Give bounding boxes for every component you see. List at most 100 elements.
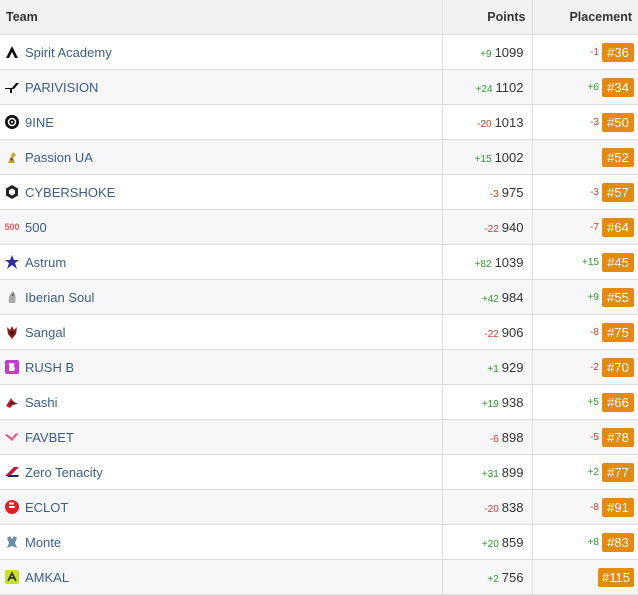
- team-link[interactable]: Astrum: [25, 255, 66, 270]
- points-cell: +42 984: [442, 279, 533, 315]
- team-link[interactable]: AMKAL: [25, 570, 69, 585]
- placement-badge: #45: [602, 252, 634, 272]
- team-cell: Spirit Academy: [0, 34, 443, 70]
- passion-icon: [4, 149, 20, 165]
- team-link[interactable]: Zero Tenacity: [25, 465, 103, 480]
- table-row[interactable]: Sangal -22 906 -8 #75: [0, 314, 638, 350]
- points-cell: -22 906: [442, 314, 533, 350]
- table-row[interactable]: Astrum +82 1039 +15 #45: [0, 244, 638, 280]
- iberian-soul-icon: [4, 289, 20, 305]
- placement-cell: +9 #55: [532, 279, 638, 315]
- table-row[interactable]: Monte +20 859 +8 #83: [0, 524, 638, 560]
- placement-cell: +2 #77: [532, 454, 638, 490]
- table-row[interactable]: PARIVISION +24 1102 +6 #34: [0, 69, 638, 105]
- points-cell: +24 1102: [442, 69, 533, 105]
- placement-badge: #66: [602, 392, 634, 412]
- team-link[interactable]: 9INE: [25, 115, 54, 130]
- points-value: 906: [501, 324, 524, 340]
- placement-cell: #52: [532, 139, 638, 175]
- points-cell: +20 859: [442, 524, 533, 560]
- team-cell: Monte: [0, 524, 443, 560]
- points-cell: -20 1013: [442, 104, 533, 140]
- table-row[interactable]: Passion UA +15 1002 #52: [0, 139, 638, 175]
- points-delta: +9: [480, 48, 492, 60]
- placement-delta: -1: [590, 47, 599, 59]
- points-value: 756: [501, 569, 524, 585]
- points-delta: -22: [484, 223, 499, 235]
- placement-cell: +6 #34: [532, 69, 638, 105]
- points-value: 1002: [494, 149, 524, 165]
- team-cell: Passion UA: [0, 139, 443, 175]
- points-delta: -3: [489, 188, 499, 200]
- team-link[interactable]: CYBERSHOKE: [25, 185, 115, 200]
- team-link[interactable]: Spirit Academy: [25, 45, 112, 60]
- points-delta: -22: [484, 328, 499, 340]
- parivision-icon: [4, 79, 20, 95]
- table-row[interactable]: CYBERSHOKE -3 975 -3 #57: [0, 174, 638, 210]
- team-link[interactable]: FAVBET: [25, 430, 74, 445]
- table-header-row: Team Points Placement: [0, 0, 638, 35]
- team-link[interactable]: 500: [25, 220, 47, 235]
- points-delta: +82: [474, 258, 492, 270]
- team-link[interactable]: Monte: [25, 535, 61, 550]
- team-column-header[interactable]: Team: [0, 0, 443, 35]
- points-value: 1099: [494, 44, 524, 60]
- points-value: 929: [501, 359, 524, 375]
- placement-cell: #115: [532, 559, 638, 595]
- table-row[interactable]: 500 500 -22 940 -7 #64: [0, 209, 638, 245]
- placement-cell: -2 #70: [532, 349, 638, 385]
- placement-cell: -8 #75: [532, 314, 638, 350]
- placement-cell: -3 #57: [532, 174, 638, 210]
- team-cell: Zero Tenacity: [0, 454, 443, 490]
- table-row[interactable]: Spirit Academy +9 1099 -1 #36: [0, 34, 638, 70]
- favbet-icon: [4, 429, 20, 445]
- points-delta: +31: [481, 468, 499, 480]
- team-link[interactable]: Sangal: [25, 325, 65, 340]
- table-row[interactable]: FAVBET -6 898 -5 #78: [0, 419, 638, 455]
- placement-cell: -3 #50: [532, 104, 638, 140]
- points-cell: +82 1039: [442, 244, 533, 280]
- points-value: 1102: [495, 79, 524, 95]
- team-link[interactable]: PARIVISION: [25, 80, 98, 95]
- placement-delta: -2: [590, 362, 599, 374]
- team-link[interactable]: RUSH B: [25, 360, 74, 375]
- points-value: 940: [501, 219, 524, 235]
- team-cell: PARIVISION: [0, 69, 443, 105]
- placement-delta: -3: [590, 187, 599, 199]
- table-row[interactable]: Zero Tenacity +31 899 +2 #77: [0, 454, 638, 490]
- points-column-header[interactable]: Points: [442, 0, 533, 35]
- points-cell: -3 975: [442, 174, 533, 210]
- points-cell: -6 898: [442, 419, 533, 455]
- team-link[interactable]: ECLOT: [25, 500, 68, 515]
- points-delta: +2: [487, 573, 499, 585]
- team-cell: Iberian Soul: [0, 279, 443, 315]
- points-cell: +15 1002: [442, 139, 533, 175]
- table-row[interactable]: RUSH B +1 929 -2 #70: [0, 349, 638, 385]
- points-cell: -22 940: [442, 209, 533, 245]
- team-cell: ECLOT: [0, 489, 443, 525]
- placement-badge: #78: [602, 427, 634, 447]
- placement-cell: -7 #64: [532, 209, 638, 245]
- placement-column-header[interactable]: Placement: [532, 0, 638, 35]
- 500-icon: 500: [4, 222, 20, 232]
- table-row[interactable]: Iberian Soul +42 984 +9 #55: [0, 279, 638, 315]
- points-value: 984: [501, 289, 524, 305]
- placement-delta: +9: [587, 292, 599, 304]
- placement-delta: -8: [590, 502, 599, 514]
- team-cell: CYBERSHOKE: [0, 174, 443, 210]
- sashi-icon: [4, 394, 20, 410]
- team-cell: Sangal: [0, 314, 443, 350]
- team-link[interactable]: Sashi: [25, 395, 58, 410]
- team-cell: 500 500: [0, 209, 443, 245]
- table-row[interactable]: AMKAL +2 756 #115: [0, 559, 638, 595]
- placement-badge: #83: [602, 532, 634, 552]
- placement-delta: +2: [587, 467, 599, 479]
- placement-badge: #70: [602, 357, 634, 377]
- team-link[interactable]: Passion UA: [25, 150, 93, 165]
- team-link[interactable]: Iberian Soul: [25, 290, 94, 305]
- table-row[interactable]: 9INE -20 1013 -3 #50: [0, 104, 638, 140]
- table-row[interactable]: Sashi +19 938 +5 #66: [0, 384, 638, 420]
- table-row[interactable]: ECLOT -20 838 -8 #91: [0, 489, 638, 525]
- placement-cell: +15 #45: [532, 244, 638, 280]
- points-delta: -6: [489, 433, 499, 445]
